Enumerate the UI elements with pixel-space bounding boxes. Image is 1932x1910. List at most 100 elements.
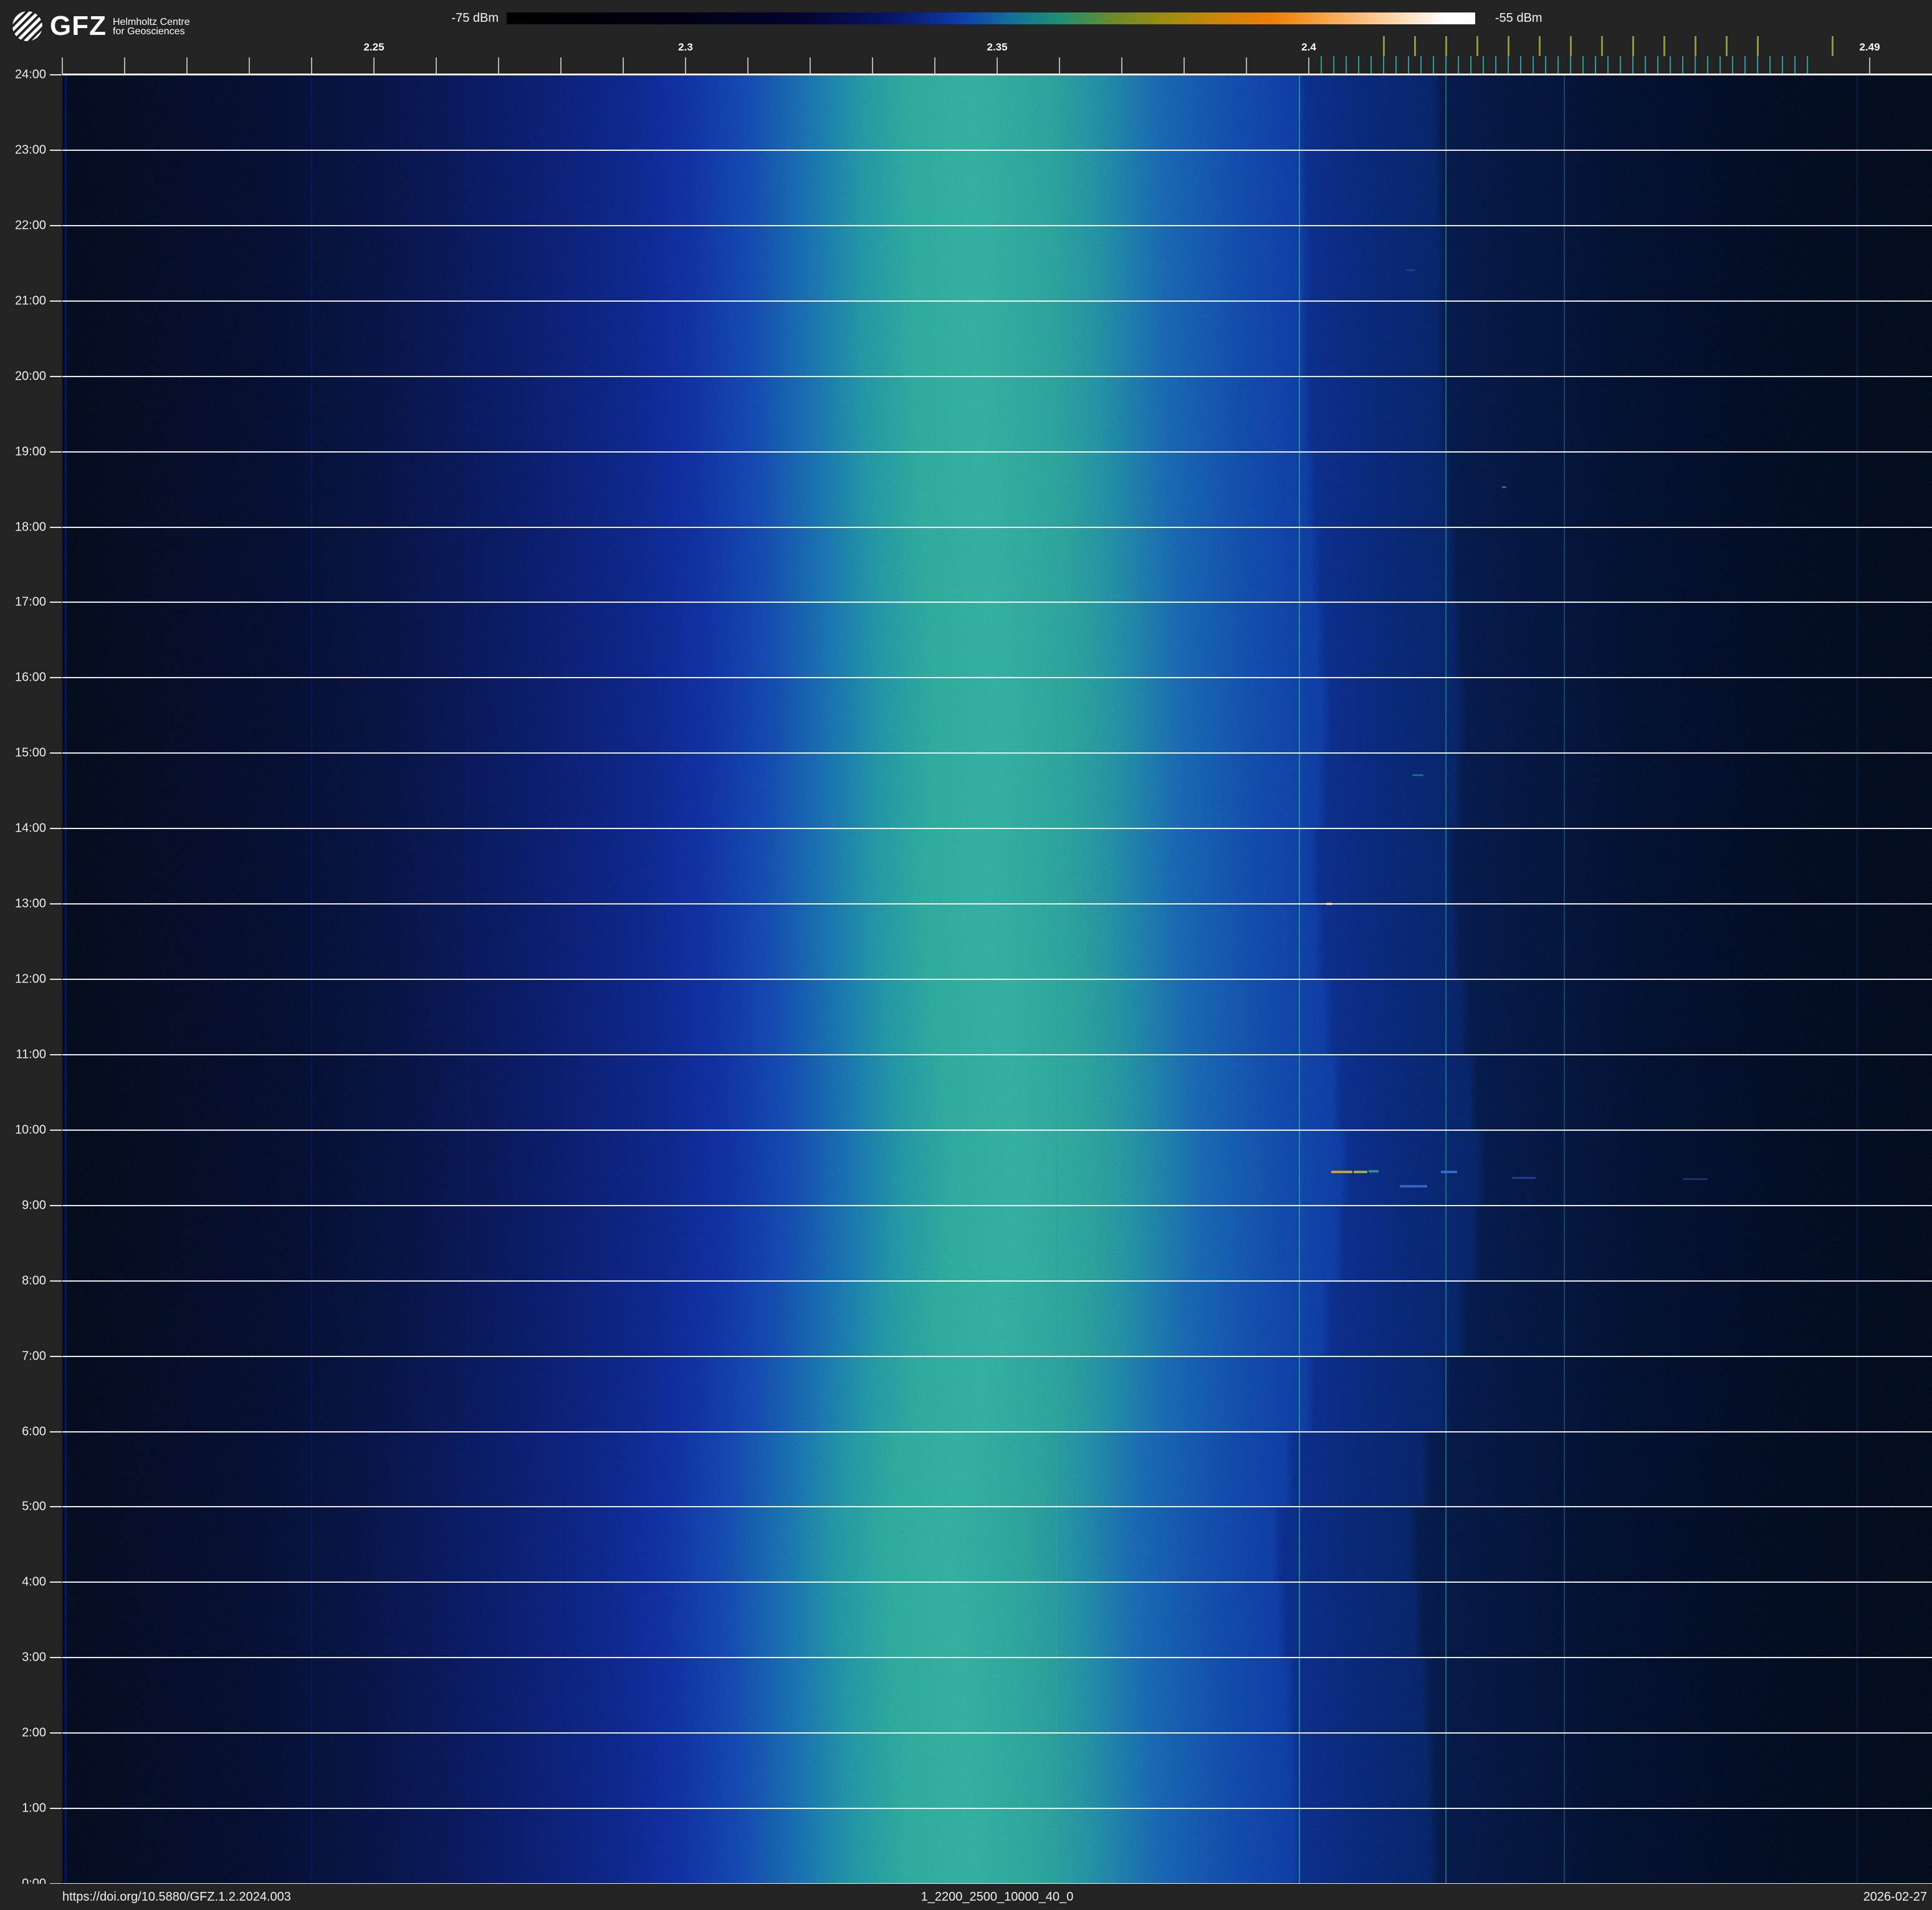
time-axis-label: 16:00 [0,671,46,685]
ble-channel-tick [1570,56,1571,74]
hour-gridline [62,225,1932,226]
freq-minor-tick [1059,57,1060,74]
time-axis-label: 3:00 [0,1651,46,1665]
ble-channel-tick [1433,56,1434,74]
ble-channel-tick [1769,56,1771,74]
freq-minor-tick [934,57,935,74]
hour-gridline [62,677,1932,678]
ble-channel-tick [1695,56,1696,74]
time-axis-tick [50,1280,62,1282]
wifi-channel-tick [1832,36,1834,56]
freq-axis-label: 2.49 [1859,41,1880,54]
ble-channel-tick [1333,56,1334,74]
ble-channel-tick [1346,56,1347,74]
ble-channel-tick [1370,56,1372,74]
ble-channel-tick [1595,56,1596,74]
time-axis-tick [50,903,62,905]
time-axis-label: 10:00 [0,1123,46,1137]
ble-channel-tick [1533,56,1534,74]
ble-channel-tick [1707,56,1708,74]
hour-gridline [62,903,1932,905]
burst-mark [1400,1185,1427,1188]
freq-minor-tick [1869,57,1870,74]
ble-channel-tick [1744,56,1746,74]
ble-channel-tick [1358,56,1359,74]
hour-gridline [62,1581,1932,1583]
freq-axis-label: 2.25 [363,41,384,54]
burst-mark [1369,1170,1379,1173]
time-axis-tick [50,300,62,302]
wifi-channel-tick [1726,36,1728,56]
freq-axis-label: 2.4 [1301,41,1316,54]
time-axis-label: 14:00 [0,822,46,836]
time-axis-label: 19:00 [0,444,46,459]
time-axis: 24:00 23:00 22:00 21:00 20:00 19:00 18:00 17:00… [0,0,62,1910]
time-axis-tick [50,1431,62,1432]
freq-minor-tick [436,57,437,74]
hour-gridline [62,1506,1932,1507]
time-axis-label: 7:00 [0,1349,46,1363]
hour-gridline [62,1280,1932,1282]
freq-minor-tick [1121,57,1122,74]
wifi-channel-tick [1476,36,1478,56]
hour-gridline [62,1732,1932,1734]
ble-channel-tick [1732,56,1733,74]
ble-channel-tick [1670,56,1671,74]
burst-mark [1354,1171,1367,1173]
wifi-channel-tick [1445,36,1447,56]
time-axis-tick [50,1205,62,1206]
time-axis-tick [50,1808,62,1809]
time-axis-tick [50,752,62,754]
time-axis-label: 2:00 [0,1726,46,1740]
wifi-channel-tick [1601,36,1603,56]
ble-channel-tick [1395,56,1397,74]
hour-gridline [62,1205,1932,1206]
freq-axis-label: 2.3 [678,41,693,54]
freq-minor-tick [1308,57,1309,74]
hour-gridline [62,1356,1932,1357]
wifi-channel-tick [1570,36,1572,56]
hour-gridline [62,979,1932,980]
ble-channel-tick [1495,56,1496,74]
time-axis-label: 1:00 [0,1802,46,1816]
ble-channel-tick [1657,56,1658,74]
hour-gridline [62,376,1932,377]
ble-channel-tick [1458,56,1459,74]
burst-mark [1502,486,1506,488]
footer-filename-text: 1_2200_2500_10000_40_0 [62,1890,1932,1904]
ble-channel-tick [1408,56,1409,74]
hour-gridline [62,1431,1932,1432]
wifi-channel-tick [1414,36,1416,56]
hour-gridline [62,300,1932,302]
time-axis-label: 15:00 [0,746,46,761]
freq-minor-tick [997,57,998,74]
ble-channel-tick [1445,56,1447,74]
wifi-channel-tick [1383,36,1385,56]
time-axis-label: 8:00 [0,1274,46,1288]
time-axis-tick [50,1356,62,1357]
ble-channel-tick [1620,56,1621,74]
freq-minor-tick [373,57,375,74]
burst-mark [1683,1178,1708,1180]
ble-channel-tick [1757,56,1758,74]
time-axis-label: 4:00 [0,1575,46,1590]
ble-channel-tick [1645,56,1646,74]
wifi-channel-tick [1508,36,1509,56]
hour-gridline [62,752,1932,754]
freq-minor-tick [1246,57,1247,74]
time-axis-tick [50,150,62,151]
burst-mark [1412,774,1423,776]
time-axis-tick [50,1732,62,1734]
time-axis-tick [50,602,62,603]
ble-channel-tick [1520,56,1521,74]
freq-minor-tick [810,57,811,74]
time-axis-label: 17:00 [0,595,46,610]
ble-channel-tick [1557,56,1559,74]
time-axis-tick [50,1054,62,1055]
ble-channel-tick [1321,56,1322,74]
time-axis-label: 12:00 [0,972,46,987]
hour-gridline [62,1657,1932,1658]
time-axis-label: 22:00 [0,218,46,233]
time-axis-tick [50,1506,62,1507]
ble-channel-tick [1607,56,1609,74]
